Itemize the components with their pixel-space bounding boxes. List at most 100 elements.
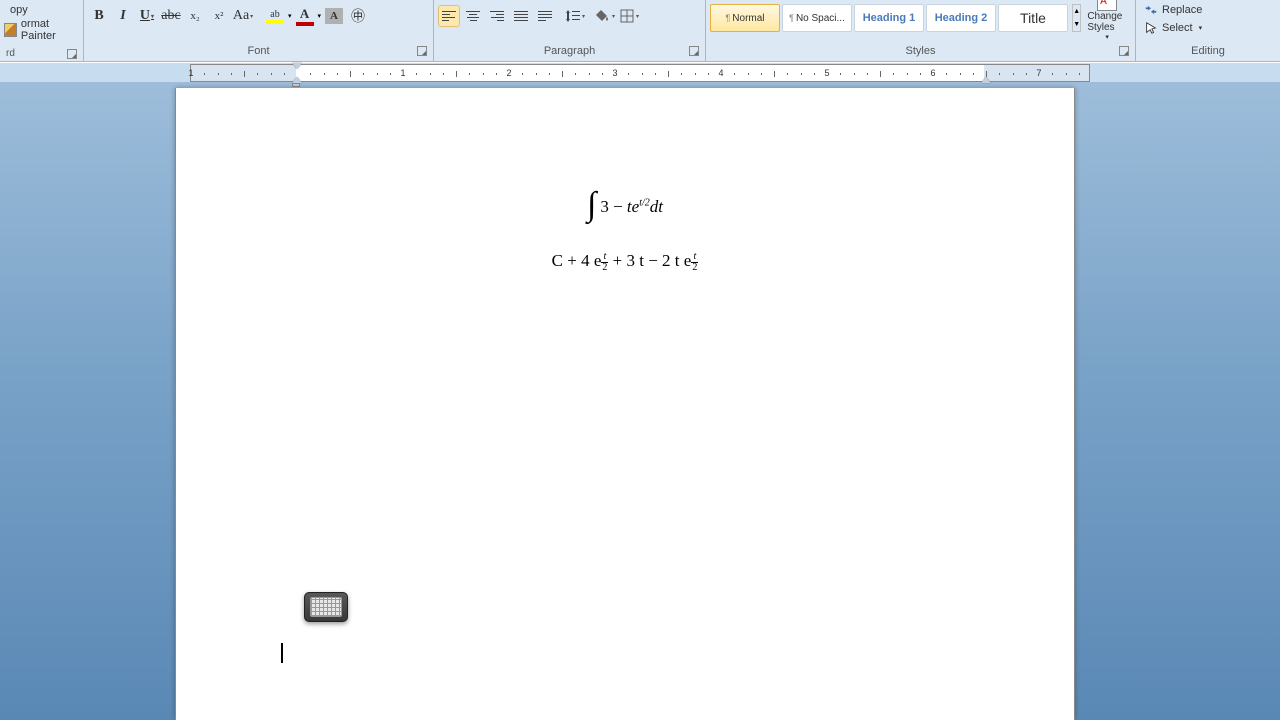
justify-button[interactable] [510, 5, 532, 27]
align-right-button[interactable] [486, 5, 508, 27]
ruler-minor-tick [814, 73, 815, 75]
style-no-spacing[interactable]: ¶No Spaci... [782, 4, 852, 32]
line-spacing-button[interactable]: ▾ [564, 5, 586, 27]
ruler-minor-tick [602, 73, 603, 75]
paragraph-dialog-launcher[interactable] [689, 46, 699, 56]
ruler-minor-tick [946, 73, 947, 75]
style-heading-1[interactable]: Heading 1 [854, 4, 924, 32]
replace-icon [1144, 3, 1158, 17]
clipboard-group: opy ormat Painter rd [0, 0, 84, 61]
align-right-icon [490, 11, 504, 21]
ruler-minor-tick [642, 73, 643, 75]
ruler-minor-tick [337, 73, 338, 75]
ruler-minor-tick [907, 73, 908, 75]
highlight-button[interactable]: ab [264, 5, 286, 27]
style-normal[interactable]: ¶Normal [710, 4, 780, 32]
on-screen-keyboard-badge[interactable] [304, 592, 348, 622]
ruler-minor-tick [655, 73, 656, 75]
text-cursor [281, 643, 283, 663]
subscript-button[interactable]: x₂ [184, 5, 206, 27]
replace-button[interactable]: Replace [1140, 2, 1276, 18]
ruler-tick: 2 [506, 68, 511, 78]
equation-1[interactable]: ∫ 3 − tet/2dt [276, 188, 974, 226]
ruler-minor-tick [377, 73, 378, 75]
font-dialog-launcher[interactable] [417, 46, 427, 56]
ruler-minor-tick [430, 73, 431, 75]
superscript-button[interactable]: x² [208, 5, 230, 27]
align-left-button[interactable] [438, 5, 460, 27]
ruler-minor-tick [469, 73, 470, 75]
ruler-minor-tick [1066, 73, 1067, 75]
right-indent-marker[interactable] [981, 77, 991, 83]
clipboard-group-label: rd [6, 48, 15, 59]
ruler-minor-tick [734, 73, 735, 75]
ruler-minor-tick [218, 73, 219, 75]
ruler-minor-tick [363, 73, 364, 75]
ruler-minor-tick [1013, 73, 1014, 75]
ruler-area: 1 1 2 3 4 5 6 7 [0, 62, 1280, 82]
change-styles-icon [1097, 0, 1117, 11]
ruler-minor-tick [549, 73, 550, 75]
ruler-minor-tick [999, 73, 1000, 75]
enclose-chars-button[interactable]: ㊥ [347, 5, 369, 27]
first-line-indent-marker[interactable] [292, 63, 302, 69]
ruler-minor-tick [257, 73, 258, 75]
justify-icon [514, 11, 528, 21]
font-color-button[interactable]: A [294, 5, 316, 27]
ruler-minor-tick [483, 73, 484, 75]
ruler-minor-tick [880, 71, 881, 77]
style-scroll[interactable]: ▲ ▼ [1072, 4, 1081, 32]
shading-button[interactable]: ▾ [594, 5, 616, 27]
ruler-minor-tick [1052, 73, 1053, 75]
chevron-down-icon[interactable]: ▼ [1073, 18, 1080, 31]
align-center-button[interactable] [462, 5, 484, 27]
ruler-tick: 1 [400, 68, 405, 78]
ruler-minor-tick [986, 71, 987, 77]
borders-button[interactable]: ▾ [618, 5, 640, 27]
style-heading-2[interactable]: Heading 2 [926, 4, 996, 32]
ruler-minor-tick [774, 71, 775, 77]
ruler-minor-tick [787, 73, 788, 75]
align-left-icon [442, 11, 456, 21]
format-painter-button[interactable]: ormat Painter [2, 16, 81, 42]
copy-button[interactable]: opy [10, 4, 81, 16]
change-case-button[interactable]: Aa▾ [232, 5, 254, 27]
ruler-minor-tick [204, 73, 205, 75]
chevron-up-icon[interactable]: ▲ [1073, 5, 1080, 18]
ruler-tick: 3 [612, 68, 617, 78]
ruler-minor-tick [973, 73, 974, 75]
distributed-icon [538, 11, 552, 21]
ruler-minor-tick [628, 73, 629, 75]
strikethrough-button[interactable]: abc [160, 5, 182, 27]
styles-dialog-launcher[interactable] [1119, 46, 1129, 56]
distributed-button[interactable] [534, 5, 556, 27]
clipboard-dialog-launcher[interactable] [67, 49, 77, 59]
ruler-tick: 6 [930, 68, 935, 78]
style-title[interactable]: Title [998, 4, 1068, 32]
line-spacing-icon [565, 8, 581, 24]
equation-2[interactable]: C + 4 et2 + 3 t − 2 t et2 [276, 251, 974, 273]
horizontal-ruler[interactable]: 1 1 2 3 4 5 6 7 [190, 64, 1090, 82]
italic-button[interactable]: I [112, 5, 134, 27]
ruler-minor-tick [668, 71, 669, 77]
cursor-icon [1144, 21, 1158, 35]
underline-button[interactable]: U▾ [136, 5, 158, 27]
left-indent-marker[interactable] [292, 83, 300, 87]
change-styles-button[interactable]: Change Styles ▾ [1083, 0, 1131, 41]
char-shading-button[interactable]: A [323, 5, 345, 27]
ruler-minor-tick [681, 73, 682, 75]
styles-group: ¶Normal ¶No Spaci... Heading 1 Heading 2… [706, 0, 1136, 61]
ruler-minor-tick [324, 73, 325, 75]
ruler-tick: 1 [188, 68, 193, 78]
document-page[interactable]: ∫ 3 − tet/2dt C + 4 et2 + 3 t − 2 t et2 [175, 88, 1075, 720]
ruler-tick: 7 [1036, 68, 1041, 78]
ruler-minor-tick [522, 73, 523, 75]
bold-button[interactable]: B [88, 5, 110, 27]
ruler-minor-tick [893, 73, 894, 75]
ruler-minor-tick [589, 73, 590, 75]
ruler-tick: 4 [718, 68, 723, 78]
editing-group-label: Editing [1140, 43, 1276, 59]
ribbon: opy ormat Painter rd B I U▾ abc x₂ x² Aa… [0, 0, 1280, 62]
select-button[interactable]: Select▾ [1140, 20, 1276, 36]
paintbrush-icon [4, 23, 17, 37]
